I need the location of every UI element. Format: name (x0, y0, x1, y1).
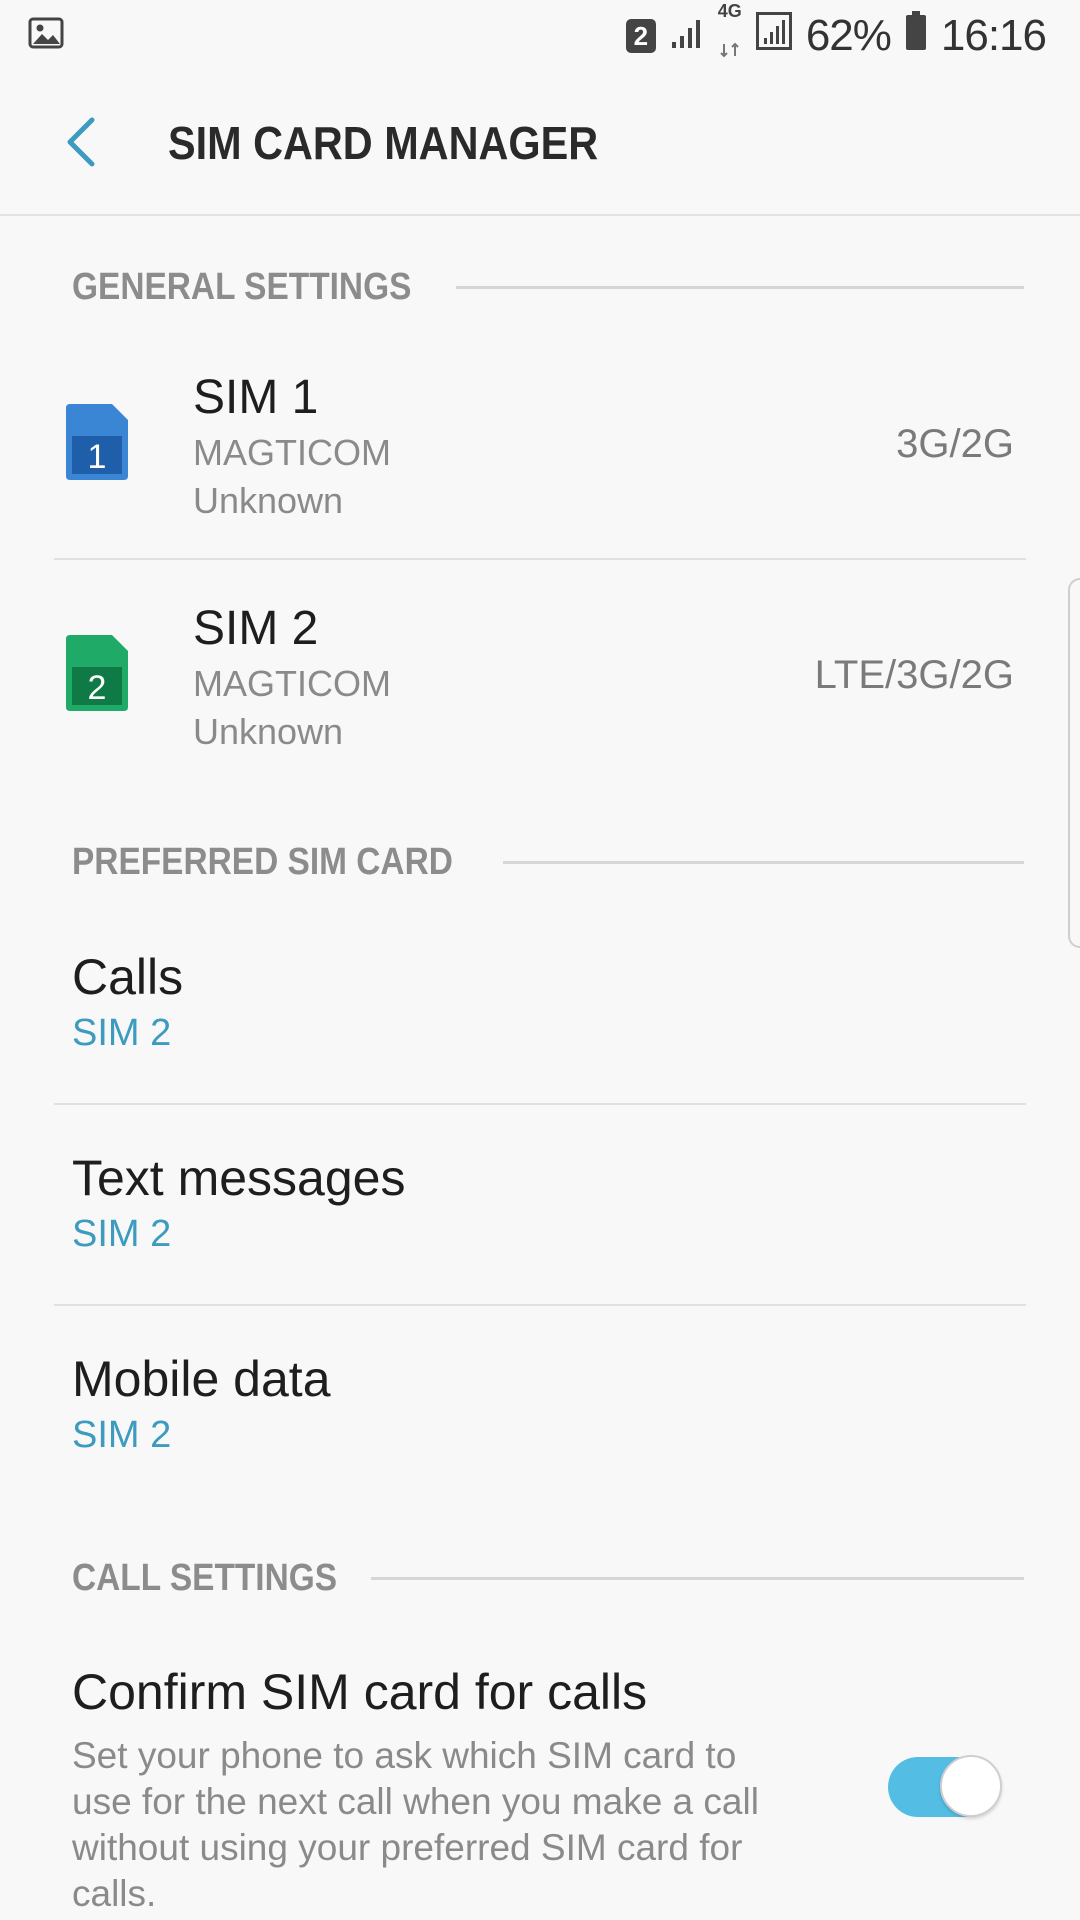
sim-name: SIM 1 (193, 371, 319, 424)
confirm-sim-title: Confirm SIM card for calls (72, 1664, 648, 1720)
divider (54, 558, 1026, 560)
section-divider (502, 860, 1024, 864)
pref-mobile-data[interactable]: Mobile data SIM 2 (72, 1350, 1026, 1457)
signal-boxed-icon (755, 11, 792, 61)
sim-status: Unknown (193, 711, 344, 752)
network-type-label: 4G (717, 1, 742, 21)
status-bar: 2 4G 62% 16:16 (0, 0, 1080, 72)
sim-2-number: 2 (88, 669, 107, 707)
section-header-general: GENERAL SETTINGS (72, 262, 1024, 312)
pref-value: SIM 2 (72, 1012, 172, 1054)
sim-carrier: MAGTICOM (193, 663, 391, 704)
sim-2-icon: 2 (64, 633, 130, 718)
section-divider (371, 1576, 1024, 1580)
sim-network-mode: 3G/2G (896, 422, 1014, 466)
battery-percent: 62% (805, 11, 892, 60)
confirm-sim-description: Set your phone to ask which SIM card to … (72, 1735, 759, 1914)
clock: 16:16 (940, 11, 1047, 60)
section-header-call-settings: CALL SETTINGS (72, 1553, 1024, 1603)
section-label: CALL SETTINGS (72, 1556, 338, 1599)
chevron-left-icon (67, 117, 95, 167)
sim-name: SIM 2 (193, 602, 319, 655)
pref-calls[interactable]: Calls SIM 2 (72, 948, 1026, 1055)
sim-network-mode: LTE/3G/2G (814, 653, 1014, 697)
section-label: PREFERRED SIM CARD (72, 840, 453, 883)
sim-status: Unknown (193, 480, 344, 521)
sim-1-number: 1 (88, 438, 107, 476)
pref-title: Mobile data (72, 1351, 331, 1407)
screen: 2 4G 62% 16:16 SIM CARD MANAGER GENERAL … (0, 0, 1080, 1920)
section-divider (455, 285, 1024, 289)
back-button[interactable] (56, 112, 116, 172)
sim-row-2[interactable]: 2 SIM 2 MAGTICOM Unknown LTE/3G/2G (54, 561, 1026, 791)
scrollbar[interactable] (1068, 578, 1080, 948)
pref-title: Calls (72, 949, 184, 1005)
sim-carrier: MAGTICOM (193, 432, 391, 473)
section-label: GENERAL SETTINGS (72, 265, 412, 308)
section-header-preferred: PREFERRED SIM CARD (72, 837, 1024, 887)
app-bar: SIM CARD MANAGER (0, 72, 1080, 216)
battery-icon (905, 10, 927, 62)
sim-1-icon: 1 (64, 402, 130, 487)
confirm-sim-toggle[interactable] (888, 1755, 1002, 1817)
page-title: SIM CARD MANAGER (168, 117, 599, 169)
data-arrows-icon: 4G (717, 1, 742, 69)
divider (54, 1304, 1026, 1306)
status-right: 2 4G 62% 16:16 (625, 2, 1047, 62)
gallery-icon (28, 16, 64, 55)
pref-value: SIM 2 (72, 1213, 172, 1255)
pref-title: Text messages (72, 1150, 406, 1206)
pref-value: SIM 2 (72, 1414, 172, 1456)
divider (54, 1103, 1026, 1105)
toggle-thumb (940, 1755, 1002, 1817)
sim-row-1[interactable]: 1 SIM 1 MAGTICOM Unknown 3G/2G (54, 330, 1026, 560)
pref-text-messages[interactable]: Text messages SIM 2 (72, 1149, 1026, 1256)
sim-badge-icon: 2 (625, 19, 656, 53)
signal-icon (670, 11, 704, 61)
